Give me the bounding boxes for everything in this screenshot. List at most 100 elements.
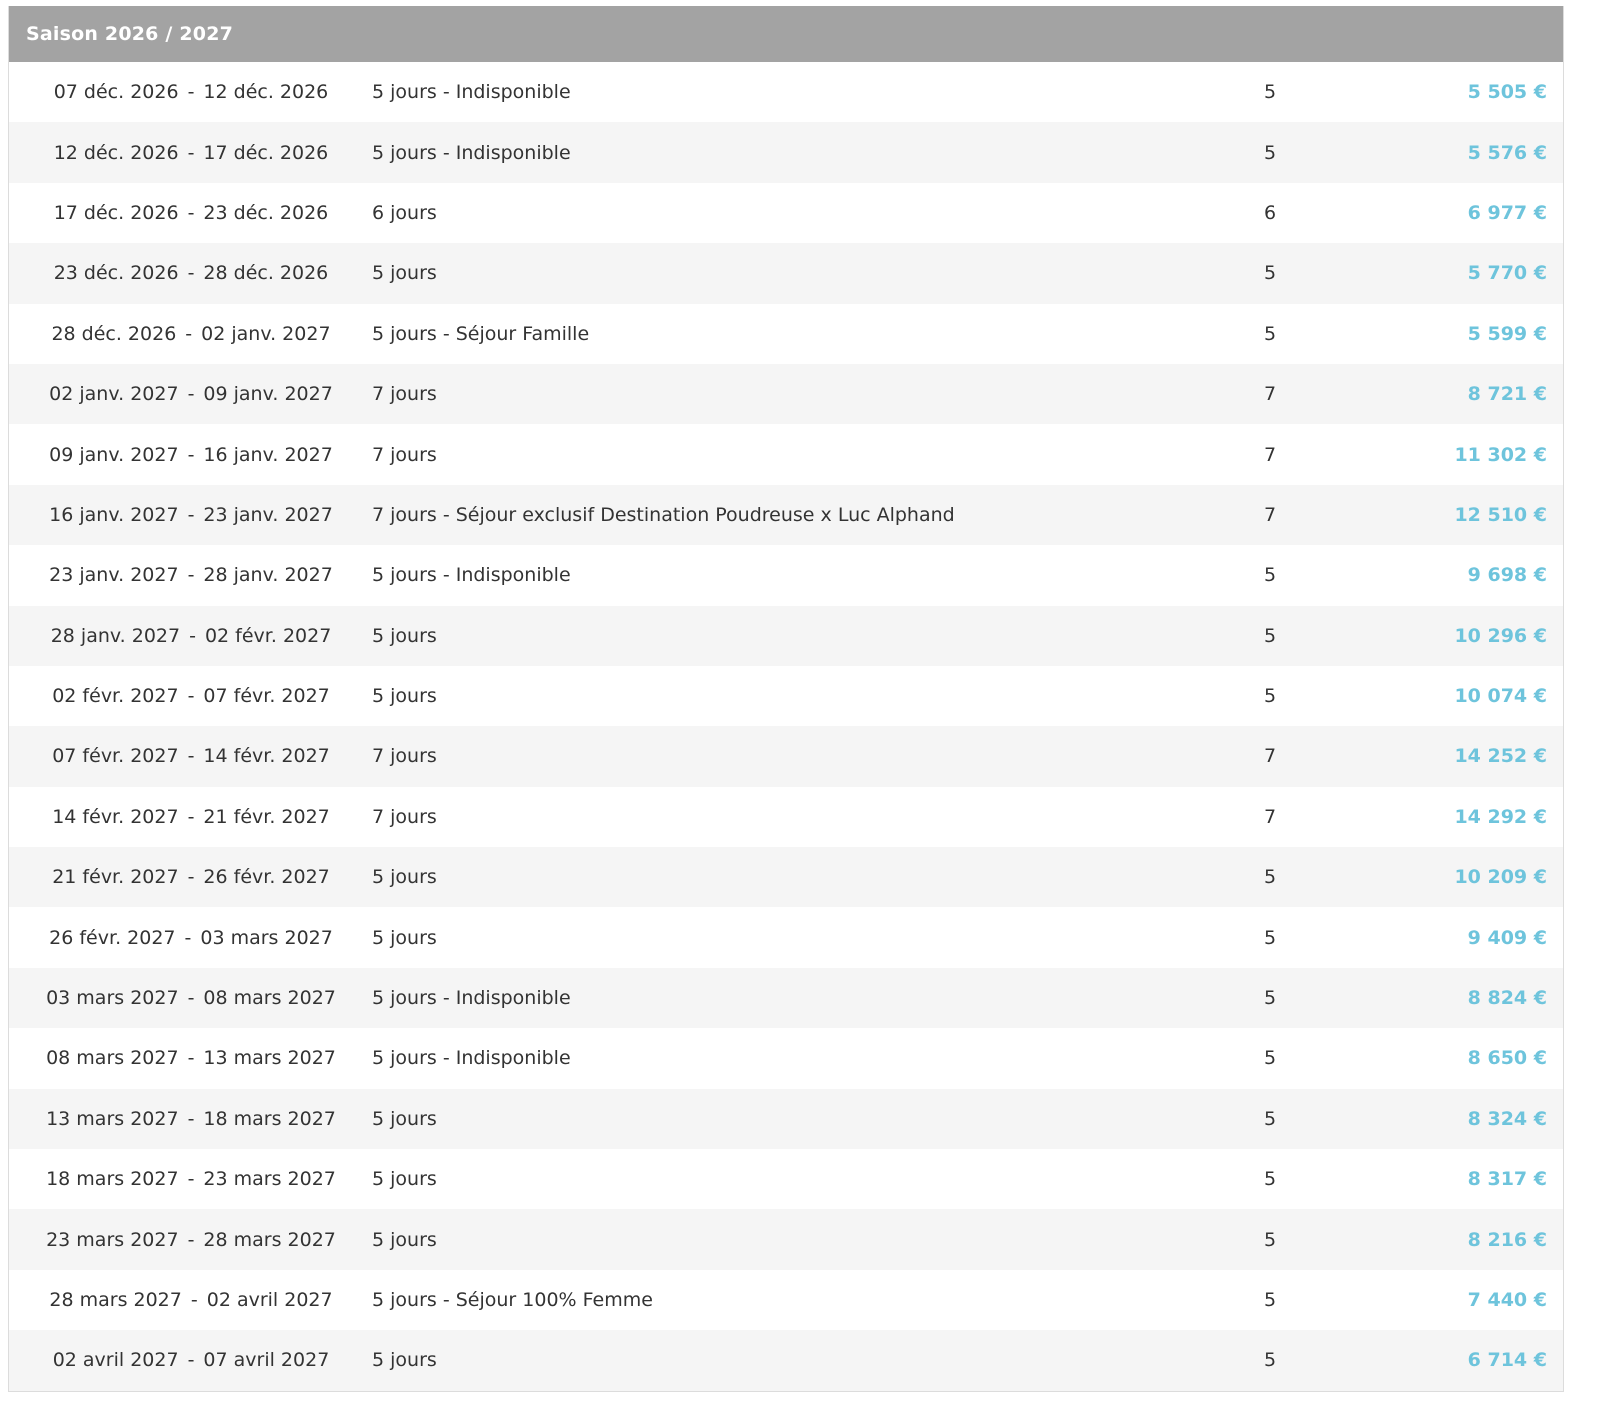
price[interactable]: 8 324 € xyxy=(1320,1108,1563,1130)
stay-label: 7 jours xyxy=(372,745,437,768)
date-range: 17 déc. 2026-23 déc. 2026 xyxy=(9,202,369,224)
start-date: 03 mars 2027 xyxy=(46,987,179,1010)
table-row[interactable]: 18 mars 2027-23 mars 2027 5 jours 5 8 317 € xyxy=(9,1149,1563,1210)
stay-label: 5 jours xyxy=(372,262,437,285)
table-row[interactable]: 07 févr. 2027-14 févr. 2027 7 jours 7 14 25… xyxy=(9,726,1563,787)
stay-label: 7 jours xyxy=(372,383,437,406)
start-date: 28 déc. 2026 xyxy=(51,322,177,345)
table-row[interactable]: 09 janv. 2027-16 janv. 2027 7 jours 7 11 30… xyxy=(9,424,1563,485)
start-date: 21 févr. 2027 xyxy=(52,866,179,889)
table-row[interactable]: 16 janv. 2027-23 janv. 2027 7 jours - Séj… xyxy=(9,484,1563,546)
stay-label: 5 jours - Séjour Famille xyxy=(372,322,590,345)
table-row[interactable]: 23 déc. 2026-28 déc. 2026 5 jours 5 5 770 € xyxy=(9,243,1563,304)
table-row[interactable]: 23 janv. 2027-28 janv. 2027 5 jours - Ind… xyxy=(9,545,1563,606)
end-date: 26 févr. 2027 xyxy=(203,866,330,889)
date-range: 09 janv. 2027-16 janv. 2027 xyxy=(9,444,369,466)
price[interactable]: 14 252 € xyxy=(1320,745,1563,767)
table-row[interactable]: 12 déc. 2026-17 déc. 2026 5 jours - Indis… xyxy=(9,122,1563,183)
table-row[interactable]: 03 mars 2027-08 mars 2027 5 jours - Indis… xyxy=(9,967,1563,1029)
price[interactable]: 9 698 € xyxy=(1320,564,1563,586)
price[interactable]: 6 977 € xyxy=(1320,202,1563,224)
table-row[interactable]: 23 mars 2027-28 mars 2027 5 jours 5 8 216 € xyxy=(9,1209,1563,1270)
start-date: 16 janv. 2027 xyxy=(49,503,179,526)
days-count: 7 xyxy=(1263,383,1277,406)
date-separator: - xyxy=(187,141,195,164)
stay-label: 5 jours - Indisponible xyxy=(372,564,571,587)
price[interactable]: 9 409 € xyxy=(1320,927,1563,949)
stay-label: 5 jours xyxy=(372,1107,437,1130)
date-separator: - xyxy=(187,564,195,587)
date-separator: - xyxy=(185,322,193,345)
price[interactable]: 8 650 € xyxy=(1320,1047,1563,1069)
price[interactable]: 14 292 € xyxy=(1320,806,1563,828)
end-date: 02 janv. 2027 xyxy=(201,322,331,345)
end-date: 28 janv. 2027 xyxy=(203,564,333,587)
price[interactable]: 8 317 € xyxy=(1320,1168,1563,1190)
table-row[interactable]: 28 mars 2027-02 avril 2027 5 jours - Séjo… xyxy=(9,1269,1563,1331)
date-range: 02 avril 2027-07 avril 2027 xyxy=(9,1349,369,1371)
end-date: 09 janv. 2027 xyxy=(203,383,333,406)
price[interactable]: 5 599 € xyxy=(1320,323,1563,345)
price[interactable]: 5 505 € xyxy=(1320,81,1563,103)
stay-label: 5 jours - Séjour 100% Femme xyxy=(372,1289,653,1311)
table-row[interactable]: 28 déc. 2026-02 janv. 2027 5 jours - Séjo… xyxy=(9,303,1563,364)
price[interactable]: 7 440 € xyxy=(1320,1289,1563,1311)
price[interactable]: 8 216 € xyxy=(1320,1229,1563,1251)
price[interactable]: 6 714 € xyxy=(1320,1349,1563,1371)
date-separator: - xyxy=(187,383,195,406)
price[interactable]: 10 296 € xyxy=(1320,625,1563,647)
stay-label: 5 jours xyxy=(372,1349,437,1372)
table-row[interactable]: 02 janv. 2027-09 janv. 2027 7 jours 7 8 721… xyxy=(9,363,1563,425)
stay-label: 5 jours - Indisponible xyxy=(372,81,571,104)
price[interactable]: 11 302 € xyxy=(1320,444,1563,466)
table-row[interactable]: 08 mars 2027-13 mars 2027 5 jours - Indis… xyxy=(9,1028,1563,1089)
table-row[interactable]: 14 févr. 2027-21 févr. 2027 7 jours 7 14 29… xyxy=(9,786,1563,848)
date-range: 14 févr. 2027-21 févr. 2027 xyxy=(9,806,369,828)
table-row[interactable]: 07 déc. 2026-12 déc. 2026 5 jours - Indis… xyxy=(9,62,1563,123)
start-date: 23 déc. 2026 xyxy=(53,262,179,285)
start-date: 17 déc. 2026 xyxy=(53,201,179,224)
end-date: 02 févr. 2027 xyxy=(204,624,332,647)
price[interactable]: 5 576 € xyxy=(1320,142,1563,164)
days-count: 5 xyxy=(1263,81,1277,104)
date-separator: - xyxy=(187,1107,195,1130)
days-count: 5 xyxy=(1263,1107,1277,1130)
end-date: 28 déc. 2026 xyxy=(203,262,329,285)
season-title: Saison 2026 / 2027 xyxy=(26,23,234,45)
price[interactable]: 10 209 € xyxy=(1320,866,1563,888)
start-date: 23 mars 2027 xyxy=(46,1228,179,1251)
price[interactable]: 8 824 € xyxy=(1320,987,1563,1009)
stay-label: 5 jours - Indisponible xyxy=(372,1047,571,1070)
date-separator: - xyxy=(187,503,195,526)
date-separator: - xyxy=(187,201,195,224)
start-date: 14 févr. 2027 xyxy=(52,805,179,828)
table-row[interactable]: 02 avril 2027-07 avril 2027 5 jours 5 6 714… xyxy=(9,1330,1563,1391)
date-range: 12 déc. 2026-17 déc. 2026 xyxy=(9,142,369,164)
table-row[interactable]: 26 févr. 2027-03 mars 2027 5 jours 5 9 409 … xyxy=(9,907,1563,968)
table-row[interactable]: 28 janv. 2027-02 févr. 2027 5 jours 5 10 29… xyxy=(9,605,1563,666)
stay-label: 5 jours - Indisponible xyxy=(372,987,571,1010)
days-count: 5 xyxy=(1263,322,1277,345)
price[interactable]: 8 721 € xyxy=(1320,383,1563,405)
table-row[interactable]: 21 févr. 2027-26 févr. 2027 5 jours 5 10 20… xyxy=(9,847,1563,908)
start-date: 23 janv. 2027 xyxy=(49,564,179,587)
days-count: 5 xyxy=(1263,1289,1277,1311)
date-separator: - xyxy=(187,987,195,1010)
date-range: 07 déc. 2026-12 déc. 2026 xyxy=(9,81,369,103)
table-row[interactable]: 02 févr. 2027-07 févr. 2027 5 jours 5 10 07… xyxy=(9,665,1563,727)
price[interactable]: 5 770 € xyxy=(1320,262,1563,284)
table-row[interactable]: 17 déc. 2026-23 déc. 2026 6 jours 6 6 977 € xyxy=(9,182,1563,244)
price[interactable]: 12 510 € xyxy=(1320,504,1563,526)
start-date: 02 avril 2027 xyxy=(52,1349,179,1372)
days-count: 5 xyxy=(1263,624,1277,647)
days-count: 7 xyxy=(1263,745,1277,768)
end-date: 16 janv. 2027 xyxy=(203,443,333,466)
date-range: 21 févr. 2027-26 févr. 2027 xyxy=(9,866,369,888)
end-date: 02 avril 2027 xyxy=(206,1289,333,1311)
end-date: 07 avril 2027 xyxy=(203,1349,330,1372)
end-date: 23 janv. 2027 xyxy=(203,503,333,526)
table-row[interactable]: 13 mars 2027-18 mars 2027 5 jours 5 8 324 € xyxy=(9,1088,1563,1150)
stay-label: 7 jours xyxy=(372,443,437,466)
days-count: 5 xyxy=(1263,564,1277,587)
price[interactable]: 10 074 € xyxy=(1320,685,1563,707)
